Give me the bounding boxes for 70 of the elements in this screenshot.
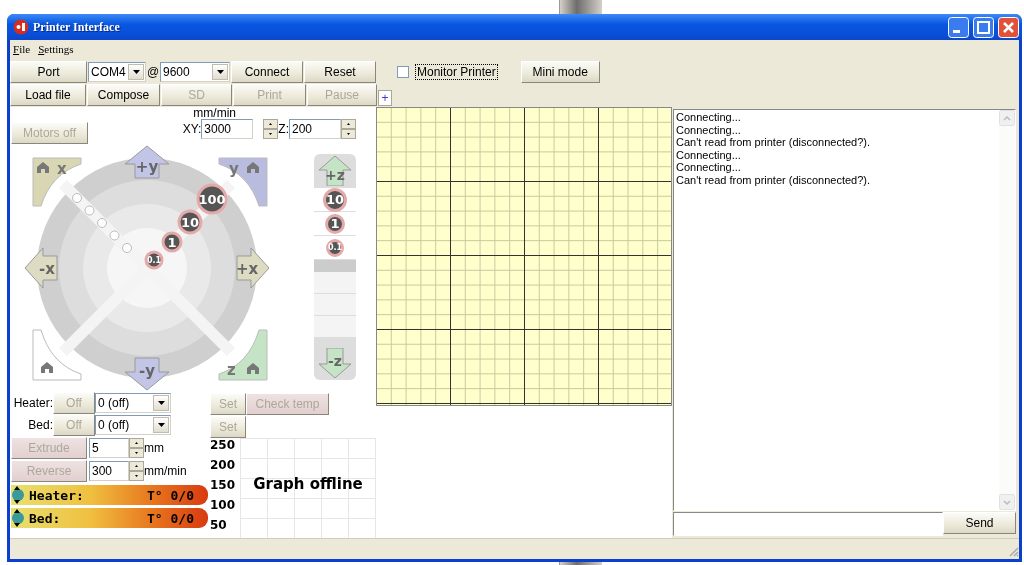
menu-item[interactable]: Settings [38,43,74,55]
xy-feedrate-field[interactable]: 3000 [201,119,254,139]
port-combo[interactable]: COM4 [88,61,146,82]
menu-item[interactable]: File [13,43,31,55]
axis-label: 50 [210,518,228,534]
spin-buttons[interactable] [129,438,144,458]
log-line: Connecting... [676,148,742,161]
plus-x-arrow[interactable]: +x [235,247,270,289]
step-button[interactable]: 0.1 [144,250,164,270]
axis-label: 100 [210,498,237,514]
z-track-segment[interactable] [314,294,356,316]
feedrate-unit: mm/min [193,107,236,119]
z-step-button[interactable]: 10 [323,187,347,212]
gauge-reading: T° 0/0 [147,510,194,526]
step-button[interactable]: 10 [177,209,203,235]
log-line: Connecting... [676,123,742,136]
baud-combo[interactable]: 9600 [160,61,230,82]
minus-x-arrow[interactable]: -x [24,247,58,289]
send-button[interactable]: Send [943,512,1016,534]
axis-label: 250 [210,438,237,454]
app-logo-icon [13,19,29,35]
z-track-segment[interactable] [314,316,356,338]
checkbox-label[interactable]: Monitor Printer [415,63,498,80]
plus-z-arrow[interactable]: +z [317,156,353,186]
maximize-button[interactable] [973,16,994,38]
unit-label: mm [144,441,164,455]
add-tab[interactable]: + [378,90,392,106]
xy-label: XY: [182,122,202,136]
temperature-label: Heater: [13,396,53,410]
close-button[interactable] [998,16,1019,38]
toolbar-button[interactable]: Reset [304,60,376,83]
axis-label: 150 [210,478,237,494]
resize-grip-icon[interactable] [1007,545,1019,557]
step-button[interactable]: 1 [161,231,183,253]
toolbar-button[interactable]: Mini mode [520,60,600,83]
toolbar-button[interactable]: Connect [231,60,303,83]
minus-z-arrow[interactable]: -z [317,348,353,378]
spin-buttons[interactable] [129,461,144,481]
caret-icon [216,69,224,74]
window-title: Printer Interface [33,19,121,35]
at-label: @ [147,64,159,79]
gauge-label: Heater: [29,487,85,503]
gauge-knob-icon [11,509,25,527]
caret-icon [157,423,165,427]
caret-icon [157,401,165,405]
spin-buttons[interactable] [263,119,279,139]
log-line: Can't read from printer (disconnected?). [676,173,872,186]
z-feedrate-field[interactable]: 200 [289,119,341,139]
toolbar-button[interactable]: Compose [87,83,160,106]
z-track-segment[interactable] [314,272,356,294]
spin-buttons[interactable] [341,119,356,139]
gauge-label: Bed: [29,510,62,526]
gauge-reading: T° 0/0 [147,487,194,503]
checkbox[interactable] [397,65,409,78]
step-button[interactable]: 100 [196,183,228,215]
home-all-button[interactable] [32,329,82,381]
log-line: Connecting... [676,111,742,124]
toolbar-button[interactable]: Port [10,60,87,83]
minimize-button[interactable] [948,16,969,38]
temperature-label: Bed: [28,418,53,432]
axis-label: 200 [210,458,237,474]
log-line: Can't read from printer (disconnected?). [676,136,872,149]
caret-icon [132,69,140,74]
gauge-knob-icon [11,486,25,504]
z-label: Z: [278,122,289,136]
unit-label: mm/min [144,464,187,478]
graph-offline-message: Graph offline [253,475,363,493]
log-line: Connecting... [676,161,742,174]
toolbar-button[interactable]: Load file [10,83,86,106]
z-step-button[interactable]: 1 [325,213,345,234]
